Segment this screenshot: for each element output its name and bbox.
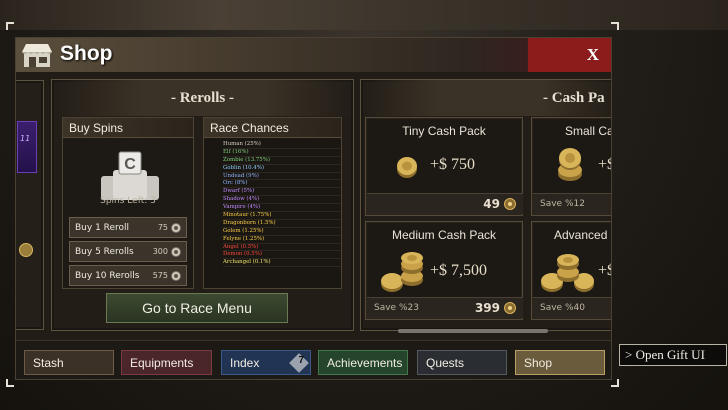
spins-left-text: Spins Left: 3 [100, 196, 156, 206]
index-badge-count: 7 [298, 355, 304, 366]
rerolls-heading: - Rerolls - [52, 80, 353, 116]
rerolls-panel: - Rerolls - Buy Spins C Spins Left: 3 Bu… [51, 79, 354, 331]
cash-packs-heading: - Cash Pa [361, 80, 611, 116]
nav-index-label: Index [230, 355, 260, 370]
buy-spins-title: Buy Spins [63, 118, 193, 138]
cash-packs-panel: - Cash Pa Tiny Cash Pack +$ 750 49 Small… [360, 79, 612, 331]
frame-corner-top-right [611, 22, 619, 30]
gold-coin-icon [504, 198, 516, 210]
race-chance-row: Human (25%) [223, 141, 341, 149]
bottom-nav: Stash Equipments Index 7 Achievements Qu… [16, 340, 611, 379]
pack-footer: 49 [367, 193, 523, 214]
pack-price: 399 [474, 301, 500, 315]
purple-item-card[interactable]: 11 [17, 121, 37, 173]
tiny-cash-pack-card[interactable]: Tiny Cash Pack +$ 750 49 [365, 117, 523, 216]
horizontal-scrollbar[interactable] [398, 329, 548, 333]
gold-coin-icon [504, 302, 516, 314]
pack-amount: +$ 750 [430, 156, 476, 173]
pack-amount: +$ [598, 262, 611, 279]
pack-title: Advanced [554, 228, 608, 242]
race-chance-row: Undead (9%) [223, 173, 341, 181]
option-price: 300 [152, 247, 168, 256]
buy-spins-box: Buy Spins C Spins Left: 3 Buy 1 Reroll 7… [62, 117, 194, 289]
coin-pile-icon [541, 254, 594, 292]
pack-amount: +$ 7,500 [430, 262, 488, 279]
pack-footer: Save %40 [533, 297, 611, 318]
advanced-cash-pack-card[interactable]: Advanced +$ Save %40 [531, 221, 611, 320]
nav-stash-button[interactable]: Stash [24, 350, 114, 375]
race-chance-row: Angel (0.5%) [223, 244, 341, 252]
race-chance-row: Archangel (0.1%) [223, 259, 341, 268]
shop-title: Shop [60, 42, 113, 65]
race-chance-row: Demon (0.5%) [223, 251, 341, 260]
option-price: 575 [152, 271, 168, 280]
buy-5-rerolls-button[interactable]: Buy 5 Rerolls 300 [69, 241, 187, 262]
gold-coin-icon [19, 243, 33, 257]
store-icon [22, 44, 52, 67]
race-chance-row: Felyne (1.25%) [223, 236, 341, 244]
race-chance-row: Dragonborn (1.5%) [223, 220, 341, 228]
race-chance-row: Dwarf (5%) [223, 188, 341, 197]
shop-header: Shop X [16, 38, 611, 72]
small-cash-pack-card[interactable]: Small Ca +$ Save %12 [531, 117, 612, 216]
race-chance-row: Orc (8%) [223, 180, 341, 189]
pack-title: Tiny Cash Pack [402, 124, 486, 138]
race-chance-row: Golem (1.25%) [223, 228, 341, 236]
coin-stack-icon [558, 148, 582, 181]
silver-coin-icon [171, 222, 181, 233]
pack-title: Small Ca [565, 124, 612, 138]
pack-title: Medium Cash Pack [391, 228, 497, 242]
go-to-race-menu-button[interactable]: Go to Race Menu [106, 293, 288, 323]
nav-shop-button[interactable]: Shop [515, 350, 605, 375]
race-chance-row: Minotaur (1.75%) [223, 212, 341, 220]
pack-footer: Save %12 [533, 193, 611, 214]
left-partial-panel: 11 [16, 80, 44, 330]
option-label: Buy 10 Rerolls [75, 270, 140, 281]
nav-achievements-button[interactable]: Achievements [318, 350, 408, 375]
shop-window: Shop X 11 - Rerolls - Buy Spins C Spins … [15, 37, 612, 380]
pack-amount: +$ [598, 156, 611, 173]
race-chances-box: Race Chances Human (25%) Elf (16%) Zombie … [203, 117, 342, 289]
pack-save: Save %40 [540, 303, 585, 313]
race-chance-row: Shadow (4%) [223, 196, 341, 205]
buy-1-reroll-button[interactable]: Buy 1 Reroll 75 [69, 217, 187, 238]
race-chance-row: Goblin (10.4%) [223, 165, 341, 173]
frame-corner-bottom-right [611, 379, 619, 387]
frame-corner-top-left [6, 22, 14, 30]
nav-index-button[interactable]: Index 7 [221, 350, 311, 375]
pack-footer: Save %23 399 [367, 297, 523, 318]
coin-pile-icon [381, 252, 423, 292]
race-chances-title: Race Chances [204, 118, 341, 138]
option-label: Buy 5 Rerolls [75, 246, 134, 257]
spin-token-icon: C [101, 151, 159, 200]
race-chance-row: Elf (16%) [223, 149, 341, 157]
silver-coin-icon [171, 270, 181, 281]
option-label: Buy 1 Reroll [75, 222, 130, 233]
race-chances-list: Human (25%) Elf (16%) Zombie (13.75%) Gobli… [223, 141, 341, 268]
race-chance-row: Zombie (13.75%) [223, 157, 341, 165]
open-gift-ui-button[interactable]: > Open Gift UI [619, 344, 727, 366]
nav-equipments-button[interactable]: Equipments [121, 350, 212, 375]
option-price: 75 [157, 223, 168, 232]
buy-10-rerolls-button[interactable]: Buy 10 Rerolls 575 [69, 265, 187, 286]
pack-save: Save %23 [374, 303, 419, 313]
spin-letter: C [124, 156, 136, 173]
medium-cash-pack-card[interactable]: Medium Cash Pack +$ 7,500 Save %23 399 [365, 221, 523, 320]
nav-quests-button[interactable]: Quests [417, 350, 507, 375]
pack-price: 49 [483, 197, 500, 211]
close-button[interactable]: X [528, 38, 611, 72]
coin-stack-icon [397, 157, 417, 178]
race-chance-row: Vampire (4%) [223, 204, 341, 213]
pack-save: Save %12 [540, 199, 585, 209]
frame-corner-bottom-left [6, 379, 14, 387]
silver-coin-icon [171, 246, 181, 257]
